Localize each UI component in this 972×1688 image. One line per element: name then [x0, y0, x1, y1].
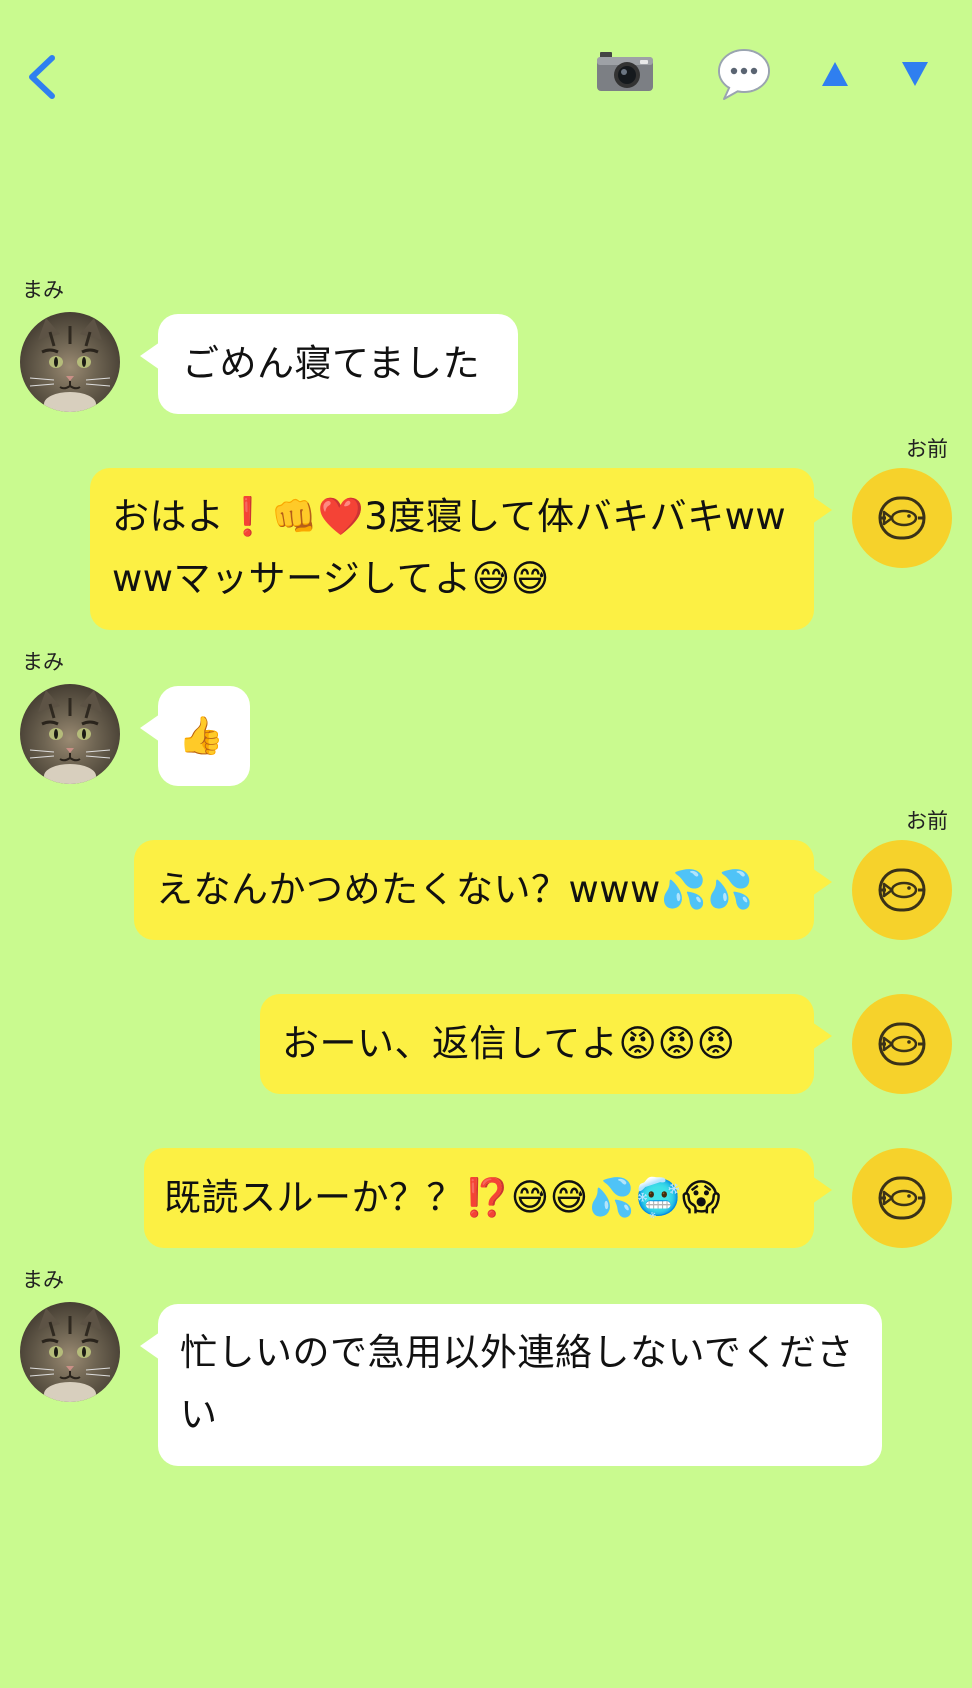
sender-name: まみ: [22, 1268, 64, 1292]
scroll-down-button[interactable]: [900, 60, 930, 88]
message-text: 既読スルーか？？⁉️😅😅💦🥶😱: [164, 1176, 721, 1219]
bubble-tail: [140, 714, 160, 742]
fish-badge-icon: [878, 1176, 926, 1220]
camera-button[interactable]: [596, 48, 654, 94]
cat-avatar-icon: [29, 690, 111, 784]
message-bubble-sent[interactable]: おはよ❗️👊❤️3度寝して体バキバキwwwwマッサージしてよ😅😅: [90, 468, 832, 630]
message-bubble-sent[interactable]: 既読スルーか？？⁉️😅😅💦🥶😱: [144, 1148, 832, 1248]
avatar[interactable]: [20, 312, 120, 412]
chat-header: [0, 0, 972, 160]
speech-bubble-icon: [718, 49, 770, 100]
message-bubble-sent[interactable]: えなんかつめたくない？www💦💦: [134, 840, 832, 940]
bubble-tail: [140, 1332, 160, 1360]
message-bubble-received[interactable]: 👍: [140, 686, 250, 786]
bubble-tail: [812, 1176, 832, 1204]
message-text: 忙しいので急用以外連絡しないでください: [180, 1331, 854, 1436]
fish-badge-icon: [878, 868, 926, 912]
chevron-left-icon: [29, 55, 55, 99]
avatar[interactable]: [852, 994, 952, 1094]
chat-options-button[interactable]: [716, 46, 772, 102]
bubble-tail: [812, 868, 832, 896]
avatar[interactable]: [20, 1302, 120, 1402]
scroll-up-button[interactable]: [820, 60, 850, 88]
bubble-tail: [140, 342, 160, 370]
avatar[interactable]: [852, 468, 952, 568]
fish-badge-icon: [878, 496, 926, 540]
sender-name: お前: [906, 437, 948, 461]
camera-icon: [597, 52, 653, 91]
message-text: えなんかつめたくない？www💦💦: [156, 868, 754, 911]
cat-avatar-icon: [29, 1308, 111, 1402]
avatar[interactable]: [852, 1148, 952, 1248]
triangle-down-icon: [902, 62, 928, 86]
avatar[interactable]: [20, 684, 120, 784]
triangle-up-icon: [822, 62, 848, 86]
avatar[interactable]: [852, 840, 952, 940]
message-text: 👍: [178, 714, 225, 757]
sender-name: まみ: [22, 650, 64, 674]
sender-name: お前: [906, 809, 948, 833]
bubble-tail: [812, 496, 832, 524]
fish-badge-icon: [878, 1022, 926, 1066]
message-text: おーい、返信してよ😡😡😡: [282, 1022, 736, 1065]
cat-avatar-icon: [29, 318, 111, 412]
message-text: おはよ❗️👊❤️3度寝して体バキバキwwwwマッサージしてよ😅😅: [112, 495, 787, 600]
sender-name: まみ: [22, 278, 64, 302]
message-bubble-received[interactable]: 忙しいので急用以外連絡しないでください: [140, 1304, 882, 1466]
back-button[interactable]: [22, 52, 62, 102]
message-bubble-sent[interactable]: おーい、返信してよ😡😡😡: [260, 994, 832, 1094]
message-text: ごめん寝てました: [182, 342, 481, 385]
bubble-tail: [812, 1022, 832, 1050]
message-bubble-received[interactable]: ごめん寝てました: [140, 314, 518, 414]
